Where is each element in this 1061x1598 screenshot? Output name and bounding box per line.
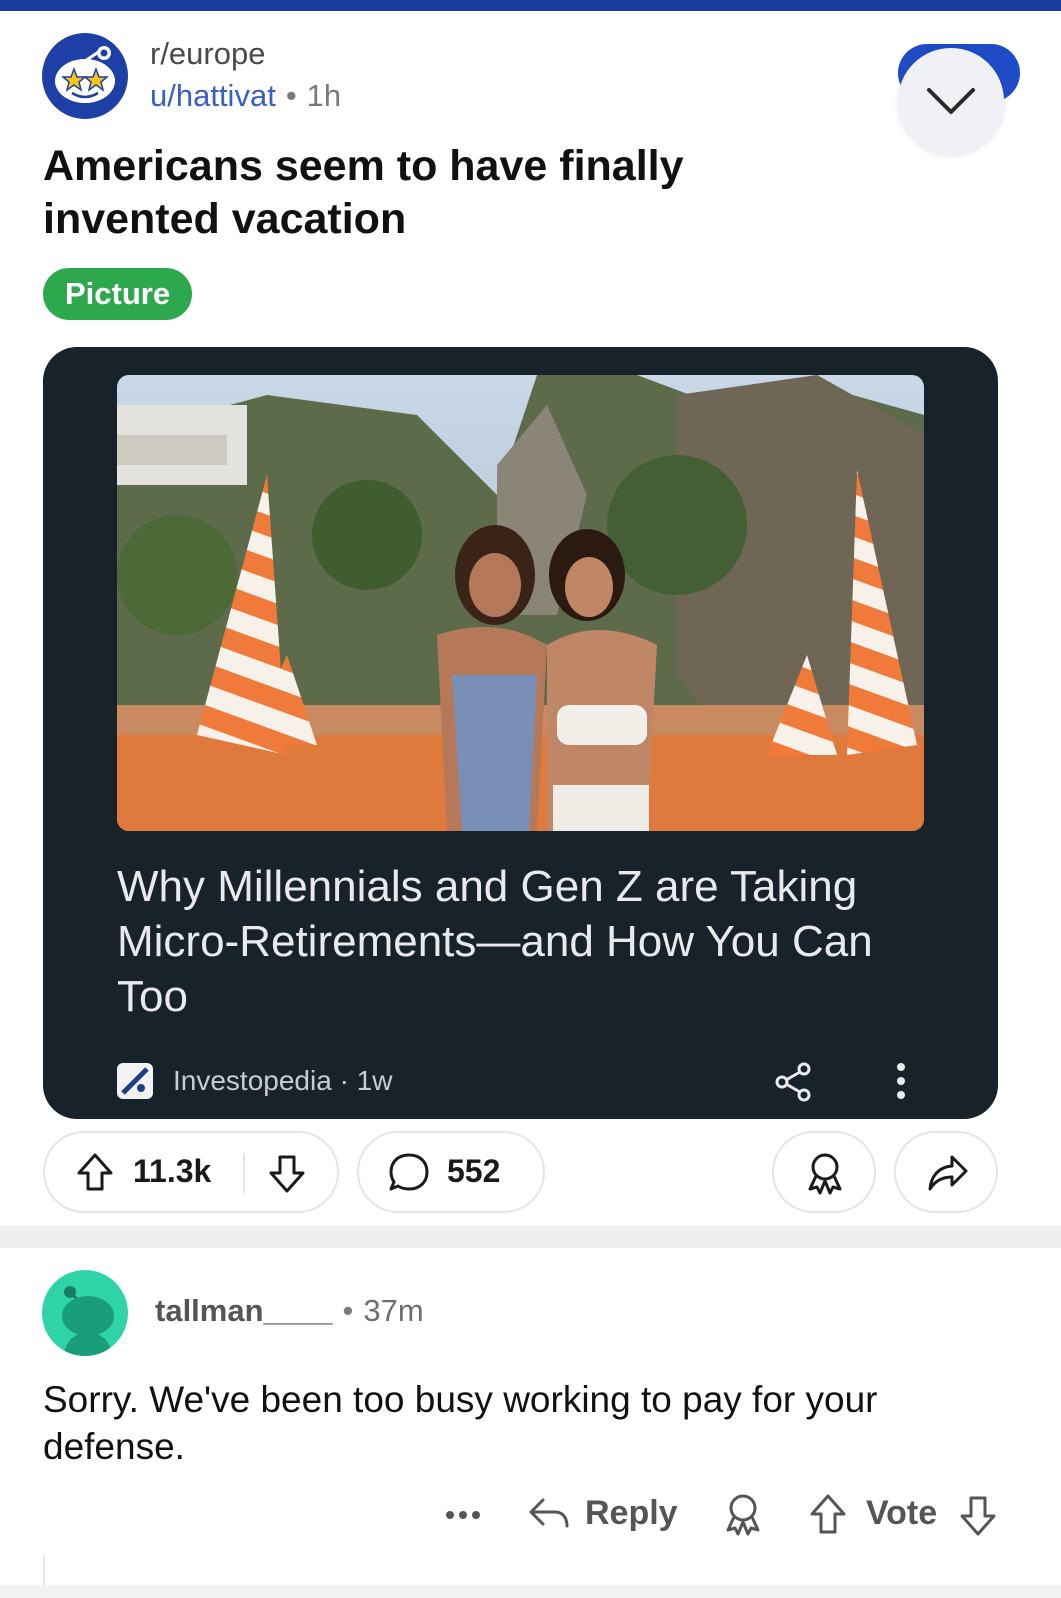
reply-arrow-icon <box>529 1498 569 1528</box>
arrow-down-icon[interactable] <box>267 1153 307 1195</box>
bottom-edge <box>0 1585 1061 1598</box>
vote-divider <box>243 1153 245 1193</box>
post-flair[interactable]: Picture <box>43 268 193 320</box>
post-title[interactable]: Americans seem to have finally invented … <box>43 140 763 246</box>
kebab-menu-icon[interactable] <box>891 1059 911 1103</box>
comment-downvote-icon[interactable] <box>958 1494 998 1538</box>
more-dots-icon[interactable] <box>443 1492 483 1538</box>
link-preview-card[interactable]: Why Millennials and Gen Z are Taking Mic… <box>43 347 998 1119</box>
reply-button[interactable]: Reply <box>527 1492 687 1538</box>
article-thumbnail <box>117 375 924 831</box>
comment-body: Sorry. We've been too busy working to pa… <box>43 1379 878 1467</box>
comment-time: 37m <box>363 1293 424 1328</box>
comment-award-icon[interactable] <box>722 1492 764 1538</box>
post-meta: u/hattivat • 1h <box>150 78 341 114</box>
chevron-down-icon <box>927 88 975 114</box>
author-link[interactable]: u/hattivat <box>150 78 276 113</box>
subreddit-avatar[interactable] <box>42 33 128 119</box>
comment-upvote-icon[interactable] <box>808 1492 848 1536</box>
arrow-up-icon[interactable] <box>75 1151 115 1193</box>
meta-separator: • <box>285 78 297 113</box>
vote-control: 11.3k <box>43 1131 339 1213</box>
article-source: Investopedia · 1w <box>173 1065 393 1096</box>
comment-meta: tallman____ • 37m <box>155 1293 424 1329</box>
share-button[interactable] <box>894 1131 998 1213</box>
commenter-avatar[interactable] <box>42 1270 128 1356</box>
section-divider <box>0 1226 1061 1248</box>
investopedia-icon <box>117 1063 153 1099</box>
vote-label: Vote <box>866 1494 938 1532</box>
comment-count: 552 <box>447 1153 501 1189</box>
post-time: 1h <box>306 78 342 113</box>
more-options-button[interactable] <box>898 48 1004 154</box>
award-button[interactable] <box>772 1131 876 1213</box>
article-headline[interactable]: Why Millennials and Gen Z are Taking Mic… <box>117 859 937 1024</box>
award-ribbon-icon <box>808 1153 842 1195</box>
comment-vote-control: Vote <box>808 1492 1003 1538</box>
reply-label: Reply <box>585 1494 678 1532</box>
comments-button[interactable]: 552 <box>357 1131 545 1213</box>
share-nodes-icon[interactable] <box>773 1061 813 1103</box>
top-accent-bar <box>0 0 1061 11</box>
share-arrow-icon <box>928 1155 968 1191</box>
comment-username[interactable]: tallman____ <box>155 1293 333 1328</box>
speech-bubble-icon <box>389 1153 429 1191</box>
comment-meta-separator: • <box>342 1293 354 1328</box>
subreddit-name[interactable]: r/europe <box>150 36 265 72</box>
upvote-count: 11.3k <box>133 1153 212 1189</box>
